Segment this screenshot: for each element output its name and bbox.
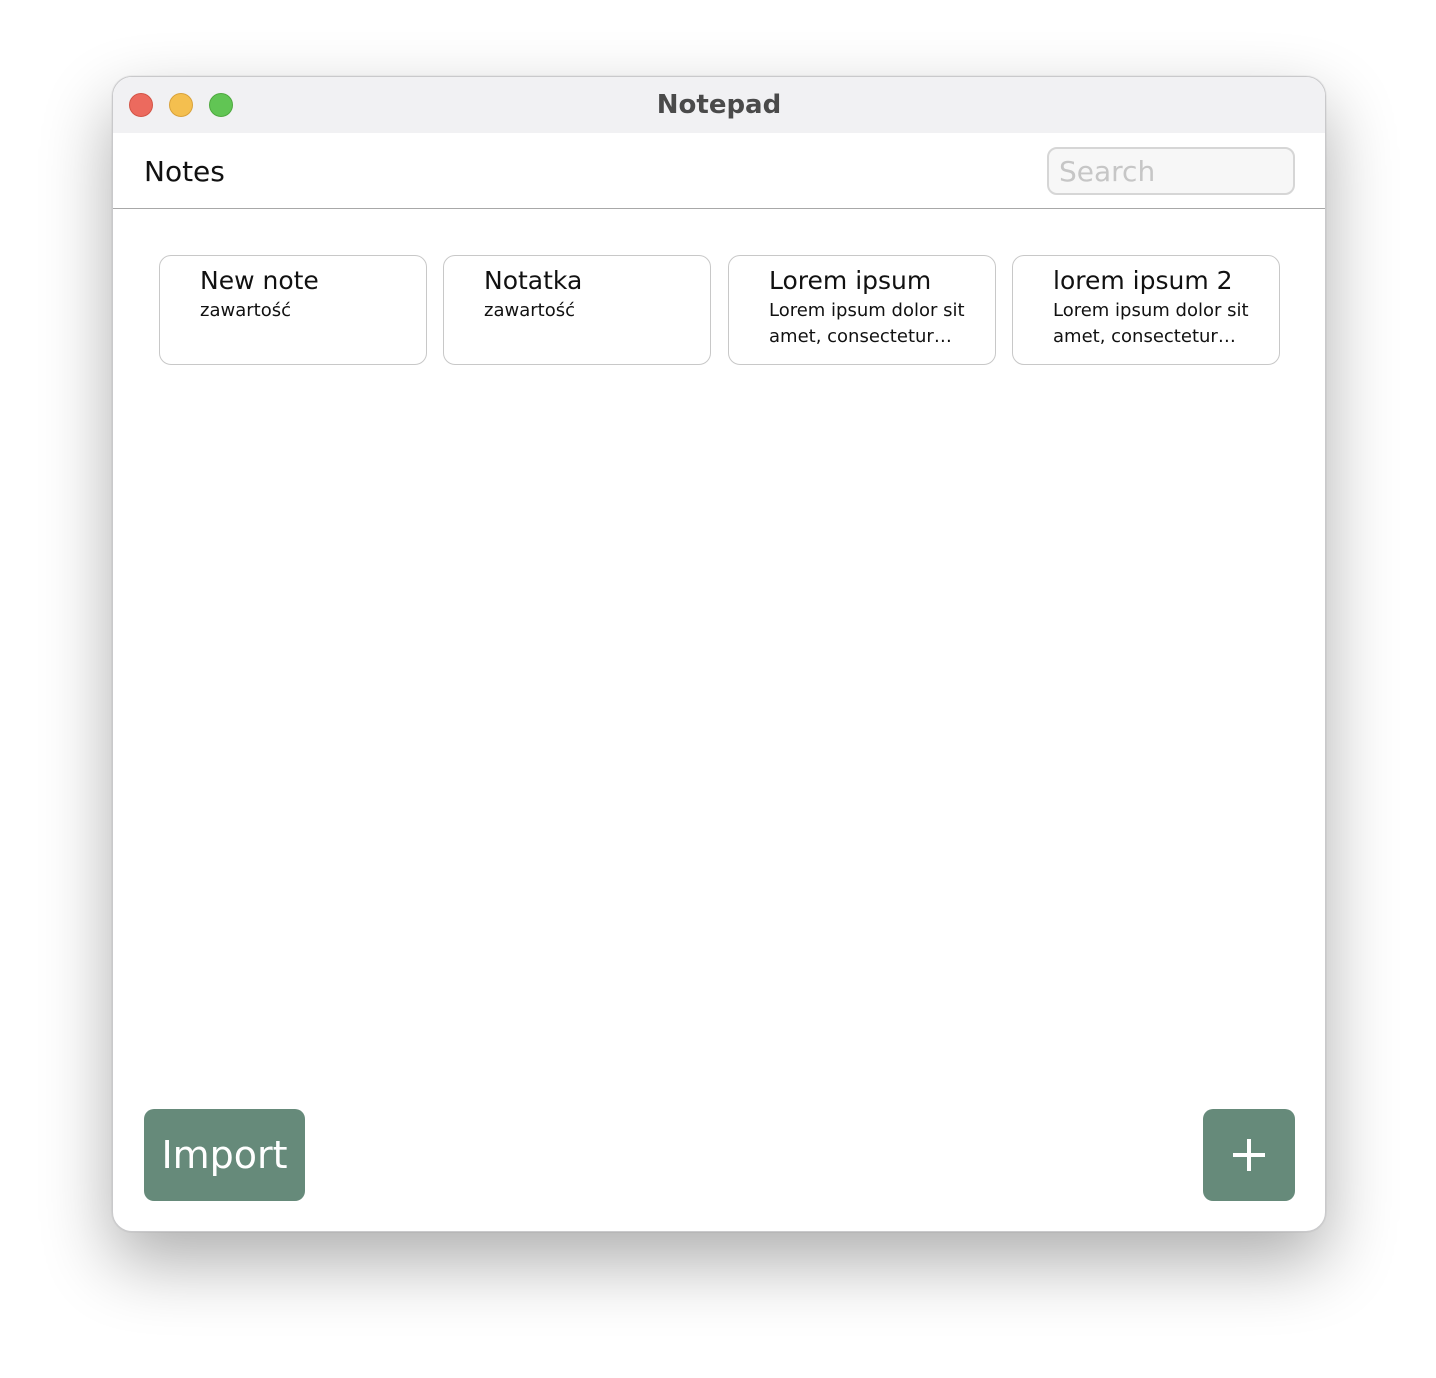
note-title: lorem ipsum 2 [1053,266,1233,295]
import-button[interactable]: Import [144,1109,305,1201]
note-card[interactable]: Lorem ipsum Lorem ipsum dolor sit amet, … [728,255,996,365]
note-title: New note [200,266,319,295]
add-note-button[interactable] [1203,1109,1295,1201]
note-title: Lorem ipsum [769,266,932,295]
app-window: Notepad Notes New note zawartość Notatka… [112,76,1326,1232]
note-preview: zawartość [484,300,575,321]
plus-icon [1233,1139,1265,1171]
notes-list: New note zawartość Notatka zawartość Lor… [159,255,1281,367]
note-title: Notatka [484,266,583,295]
page-title: Notes [144,155,225,188]
note-preview: zawartość [200,300,291,321]
note-preview: Lorem ipsum dolor sit amet, consectetur … [769,300,965,347]
note-preview: Lorem ipsum dolor sit amet, consectetur … [1053,300,1249,347]
search-input[interactable] [1047,147,1295,195]
note-card[interactable]: New note zawartość [159,255,427,365]
note-card[interactable]: Notatka zawartość [443,255,711,365]
window-title: Notepad [656,90,782,120]
title-bar: Notepad [113,77,1325,133]
note-card[interactable]: lorem ipsum 2 Lorem ipsum dolor sit amet… [1012,255,1280,365]
notes-header: Notes [113,133,1325,209]
